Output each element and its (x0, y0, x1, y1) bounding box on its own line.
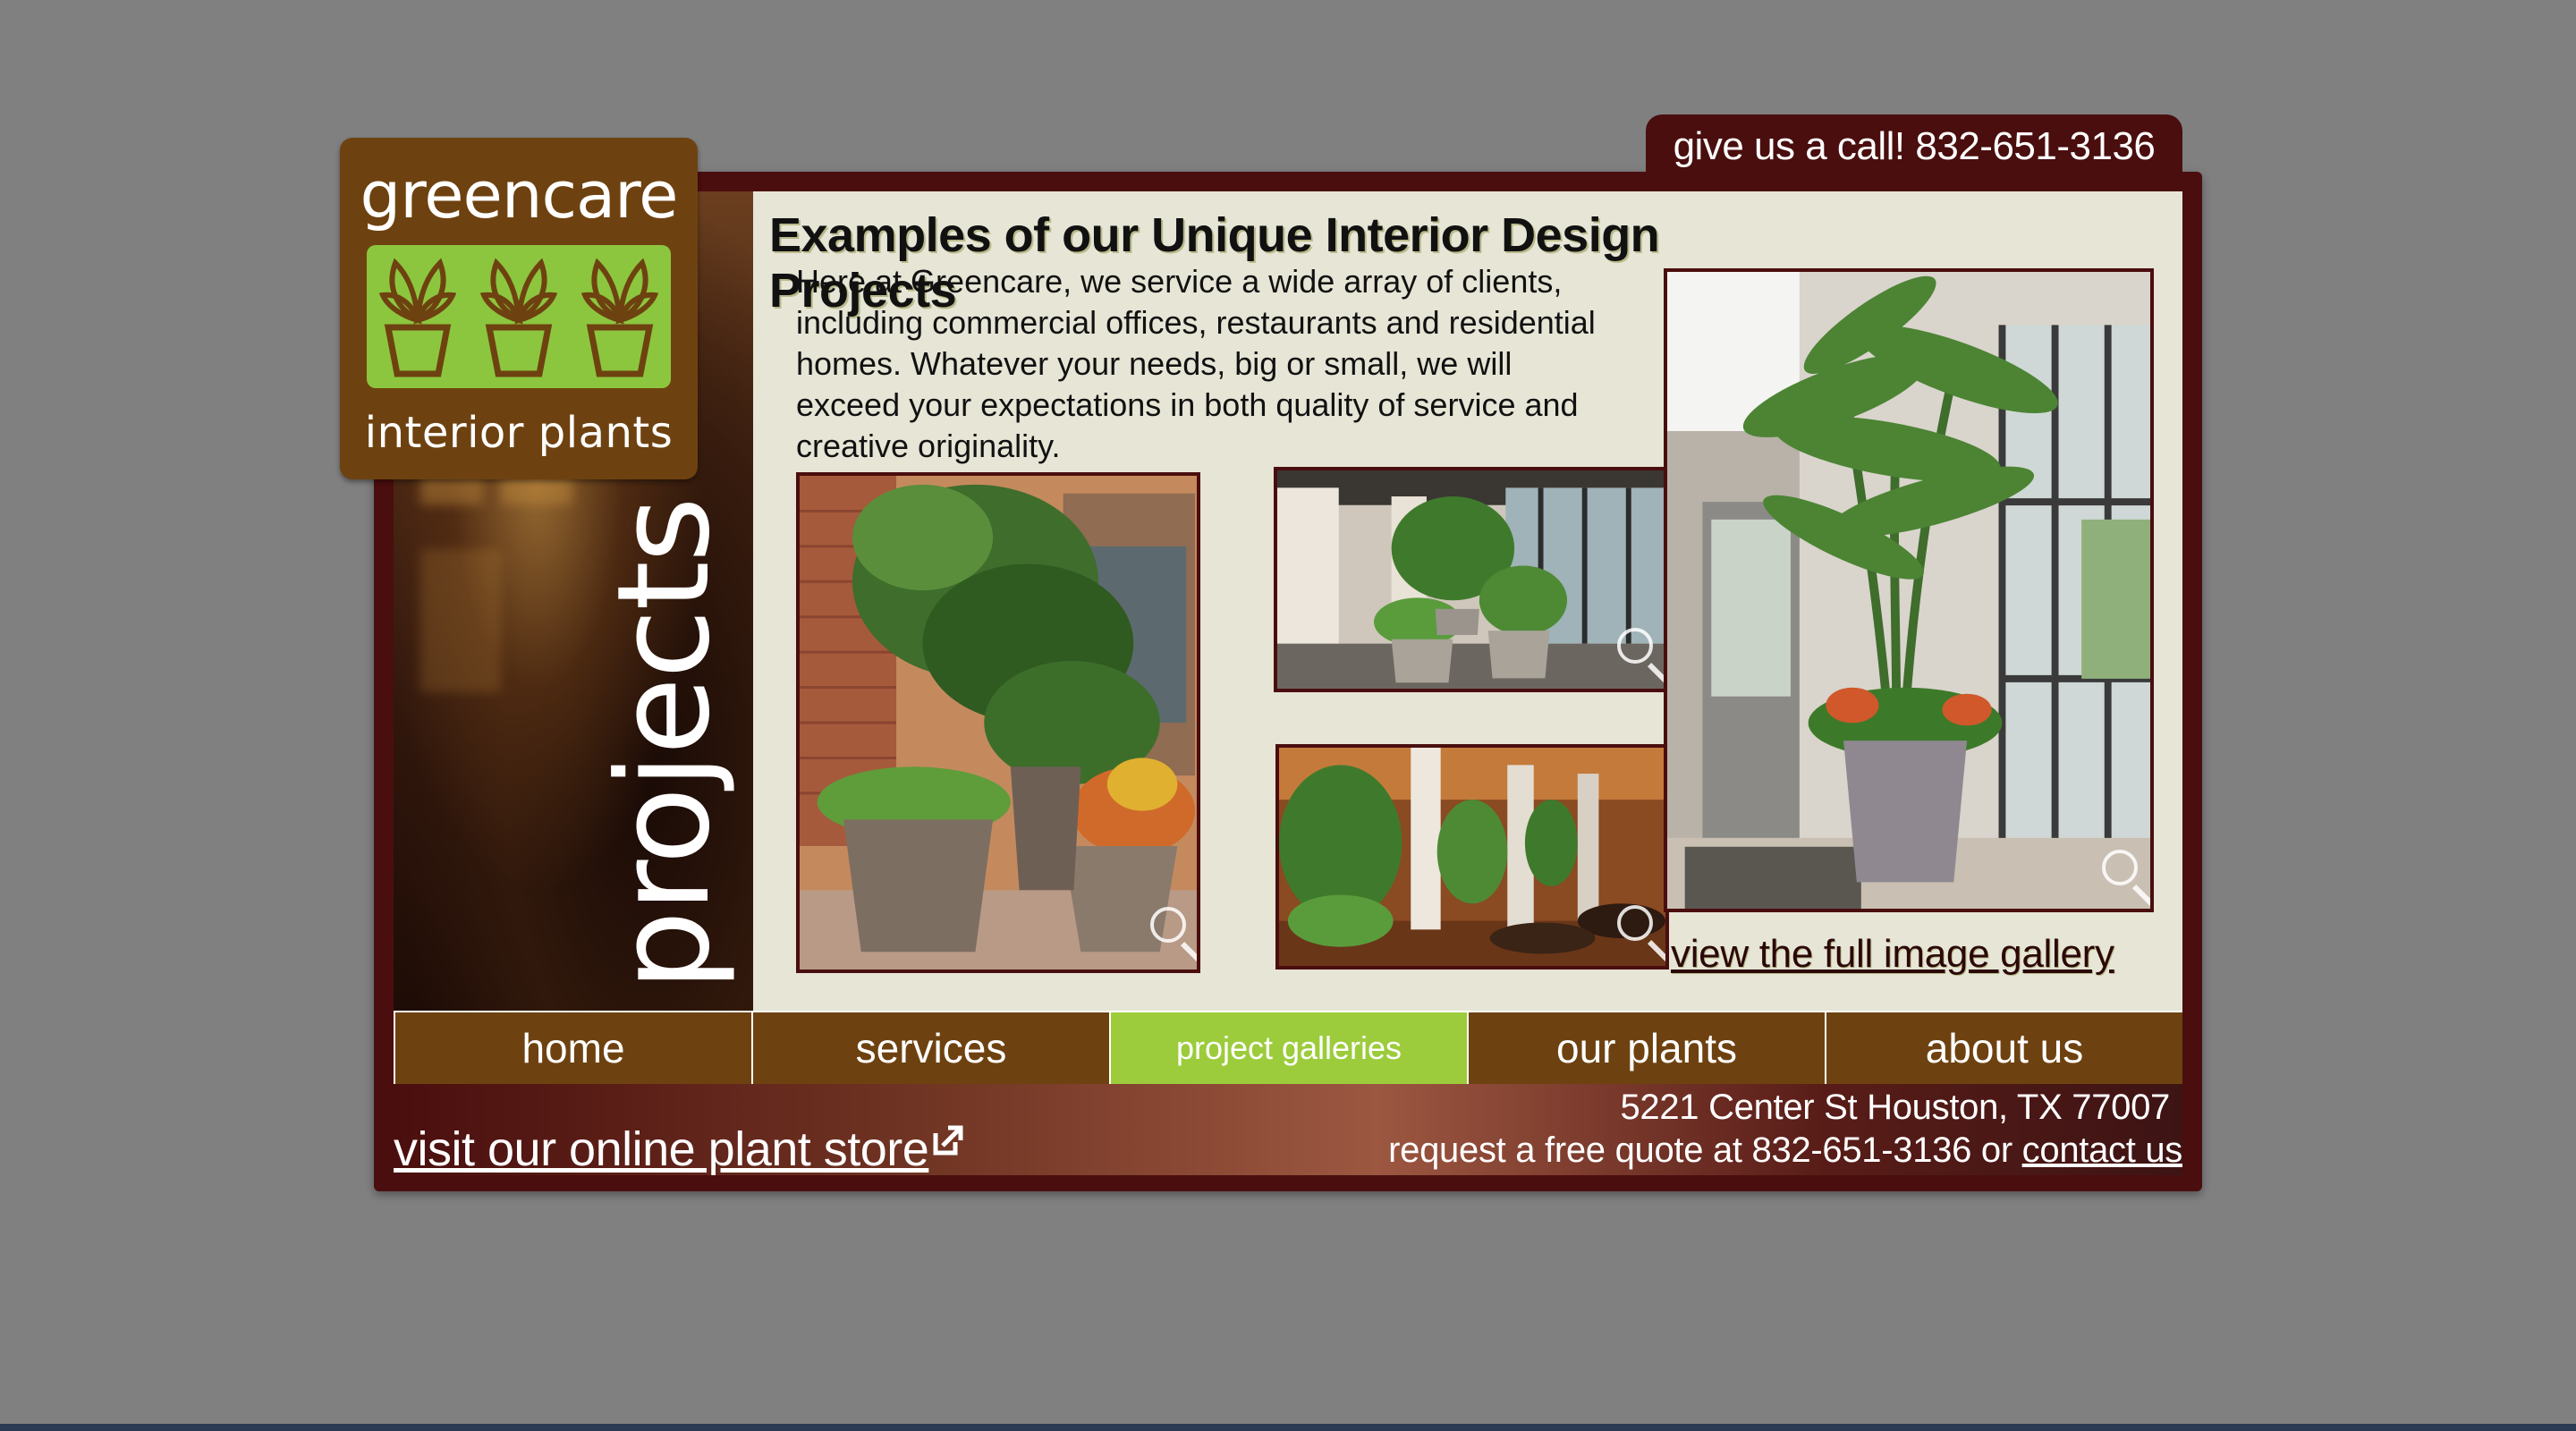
contact-us-link[interactable]: contact us (2022, 1130, 2182, 1170)
quote-line: request a free quote at 832-651-3136 or … (1388, 1130, 2182, 1171)
logo-plants-panel (367, 245, 671, 388)
magnifier-icon (2102, 850, 2138, 885)
footer: visit our online plant store 5221 Center… (394, 1084, 2182, 1175)
logo-title: greencare (360, 157, 679, 233)
intro-text: Here at Greencare, we service a wide arr… (796, 263, 1596, 464)
external-link-icon (930, 1114, 964, 1156)
photo-palm-entryway[interactable] (1664, 268, 2154, 912)
nav-services[interactable]: services (753, 1012, 1109, 1084)
online-store-label: visit our online plant store (394, 1122, 929, 1175)
magnifier-icon (1617, 628, 1653, 664)
bottom-bar (0, 1424, 2576, 1431)
logo-subtitle: interior plants (364, 408, 674, 458)
photo-courtyard-pots[interactable] (796, 472, 1200, 973)
section-label: projects (590, 498, 738, 991)
full-gallery-link[interactable]: view the full image gallery (1671, 932, 2172, 977)
online-store-link[interactable]: visit our online plant store (394, 1114, 964, 1175)
photo-lobby-planters[interactable] (1274, 467, 1669, 692)
quote-prefix: request a free quote at 832-651-3136 or (1388, 1130, 2012, 1170)
main-nav: home services project galleries our plan… (394, 1011, 2182, 1084)
nav-our-plants[interactable]: our plants (1469, 1012, 1825, 1084)
content-panel: Examples of our Unique Interior Design P… (753, 191, 2182, 1011)
potted-plant-icon (479, 258, 557, 377)
magnifier-icon (1617, 905, 1653, 941)
phone-prompt: give us a call! 832-651-3136 (1673, 124, 2156, 168)
potted-plant-icon (581, 258, 659, 377)
nav-project-galleries[interactable]: project galleries (1111, 1012, 1467, 1084)
address-text: 5221 Center St Houston, TX 77007 (1620, 1088, 2170, 1127)
nav-home[interactable]: home (395, 1012, 751, 1084)
nav-about-us[interactable]: about us (1826, 1012, 2182, 1084)
logo[interactable]: greencare interior plants (340, 138, 698, 479)
potted-plant-icon (378, 258, 456, 377)
phone-tab: give us a call! 832-651-3136 (1646, 114, 2182, 179)
magnifier-icon (1150, 907, 1186, 943)
photo-restaurant-interior[interactable] (1275, 744, 1669, 970)
